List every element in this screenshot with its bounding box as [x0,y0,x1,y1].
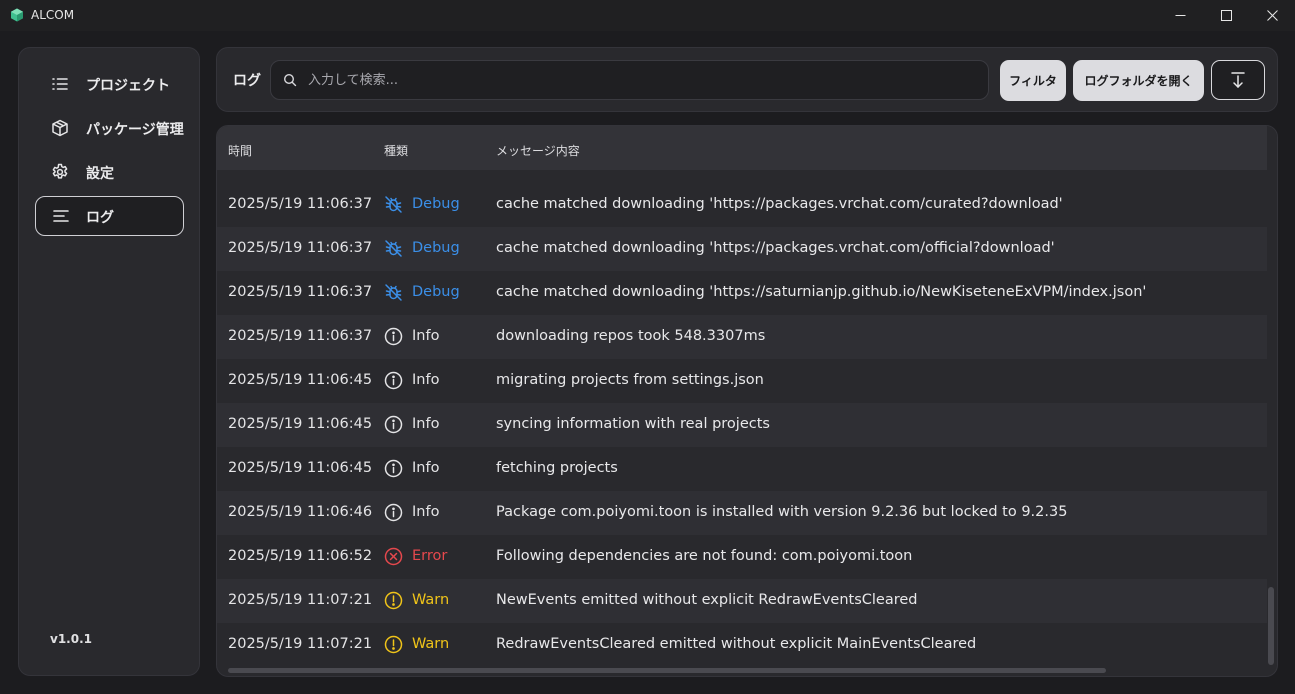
table-row[interactable]: 2025/5/19 11:06:45 Info migrating projects… [217,359,1267,403]
log-level: Warn [412,636,450,652]
table-row[interactable]: 2025/5/19 11:06:37 Info downloading repos … [217,315,1267,359]
table-row[interactable]: 2025/5/19 11:06:46 Info Package com.poiyom… [217,491,1267,535]
bug-off-icon [385,284,402,301]
sidebar-item-logs[interactable]: ログ [35,196,184,236]
table-row[interactable]: 2025/5/19 11:06:37 Debug cache matched dow… [217,183,1267,227]
search-input[interactable] [308,70,968,90]
info-icon [384,415,403,434]
log-level: Debug [412,284,460,300]
horizontal-scrollbar[interactable] [228,668,1106,673]
sidebar-item-label: 設定 [86,166,114,182]
scroll-to-bottom-button[interactable] [1211,60,1265,100]
log-toolbar: ログ フィルタ ログフォルダを開く [216,47,1278,112]
log-time: 2025/5/19 11:07:21 [228,592,373,608]
sidebar-item-packages[interactable]: パッケージ管理 [35,108,184,148]
log-time: 2025/5/19 11:06:37 [228,284,373,300]
log-level: Debug [412,240,460,256]
sidebar-item-label: プロジェクト [86,78,170,94]
log-message: migrating projects from settings.json [496,372,764,388]
warning-icon [384,591,403,610]
sidebar-item-projects[interactable]: プロジェクト [35,64,184,104]
maximize-button[interactable] [1203,0,1249,31]
column-header-time[interactable]: 時間 [228,142,252,159]
gear-icon [52,163,68,179]
log-message: cache matched downloading 'https://satur… [496,284,1147,300]
scrollbar-track [1267,126,1277,170]
sidebar-item-label: パッケージ管理 [86,122,184,138]
log-message: fetching projects [496,460,618,476]
maximize-icon [1220,10,1232,21]
filter-button[interactable]: フィルタ [1000,60,1066,101]
page-title: ログ [233,73,261,89]
log-message: NewEvents emitted without explicit Redra… [496,592,918,608]
info-icon [384,459,403,478]
table-row[interactable]: 2025/5/19 11:06:37 Debug cache matched dow… [217,227,1267,271]
log-time: 2025/5/19 11:06:37 [228,328,373,344]
search-box [270,60,989,100]
log-table: 時間 種類 メッセージ内容 2025/5/19 11:06:37 Debug cac… [216,125,1278,677]
package-icon [52,119,68,137]
log-message: RedrawEventsCleared emitted without expl… [496,636,977,652]
log-time: 2025/5/19 11:06:37 [228,240,373,256]
bug-off-icon [385,240,402,257]
info-icon [384,327,403,346]
arrow-down-to-line-icon [1231,72,1245,88]
info-icon [384,371,403,390]
log-message: cache matched downloading 'https://packa… [496,196,1063,212]
log-time: 2025/5/19 11:06:52 [228,548,373,564]
sidebar-item-settings[interactable]: 設定 [35,152,184,192]
log-message: Package com.poiyomi.toon is installed wi… [496,504,1068,520]
app-version: v1.0.1 [50,632,92,646]
minimize-icon [1175,15,1185,16]
log-level: Info [412,504,440,520]
warning-icon [384,635,403,654]
title-bar: ALCOM [0,0,1295,31]
open-log-folder-button[interactable]: ログフォルダを開く [1073,60,1204,101]
close-icon [1266,10,1278,21]
log-level: Info [412,460,440,476]
log-message: cache matched downloading 'https://packa… [496,240,1055,256]
bug-off-icon [385,196,402,213]
log-time: 2025/5/19 11:06:45 [228,460,373,476]
log-lines-icon [53,210,69,222]
table-row[interactable]: 2025/5/19 11:07:21 Warn NewEvents emitted … [217,579,1267,623]
table-row[interactable]: 2025/5/19 11:06:45 Info syncing informatio… [217,403,1267,447]
sidebar: プロジェクト パッケージ管理 設定 ログ v1.0.1 [18,47,200,676]
vertical-scrollbar[interactable] [1268,587,1274,665]
column-header-type[interactable]: 種類 [384,142,408,159]
log-level: Error [412,548,448,564]
minimize-button[interactable] [1157,0,1203,31]
log-message: Following dependencies are not found: co… [496,548,913,564]
log-time: 2025/5/19 11:06:45 [228,416,373,432]
column-header-message[interactable]: メッセージ内容 [496,142,580,159]
app-logo-icon [11,8,23,22]
log-time: 2025/5/19 11:06:45 [228,372,373,388]
log-message: downloading repos took 548.3307ms [496,328,766,344]
error-x-icon [384,547,403,566]
log-level: Info [412,372,440,388]
log-time: 2025/5/19 11:06:37 [228,196,373,212]
log-level: Debug [412,196,460,212]
window-title: ALCOM [31,8,75,22]
table-body: 2025/5/19 11:06:37 Debug cache matched dow… [217,183,1267,667]
log-level: Warn [412,592,450,608]
sidebar-item-label: ログ [86,210,114,226]
log-time: 2025/5/19 11:06:46 [228,504,373,520]
search-icon [283,73,297,87]
table-row[interactable]: 2025/5/19 11:06:45 Info fetching projects [217,447,1267,491]
close-button[interactable] [1249,0,1295,31]
list-icon [52,78,68,90]
table-row[interactable]: 2025/5/19 11:07:21 Warn RedrawEventsCleare… [217,623,1267,667]
log-message: syncing information with real projects [496,416,770,432]
log-time: 2025/5/19 11:07:21 [228,636,373,652]
log-level: Info [412,328,440,344]
log-level: Info [412,416,440,432]
info-icon [384,503,403,522]
table-row[interactable]: 2025/5/19 11:06:52 Error Following depende… [217,535,1267,579]
table-row[interactable]: 2025/5/19 11:06:37 Debug cache matched dow… [217,271,1267,315]
table-header: 時間 種類 メッセージ内容 [217,126,1267,170]
